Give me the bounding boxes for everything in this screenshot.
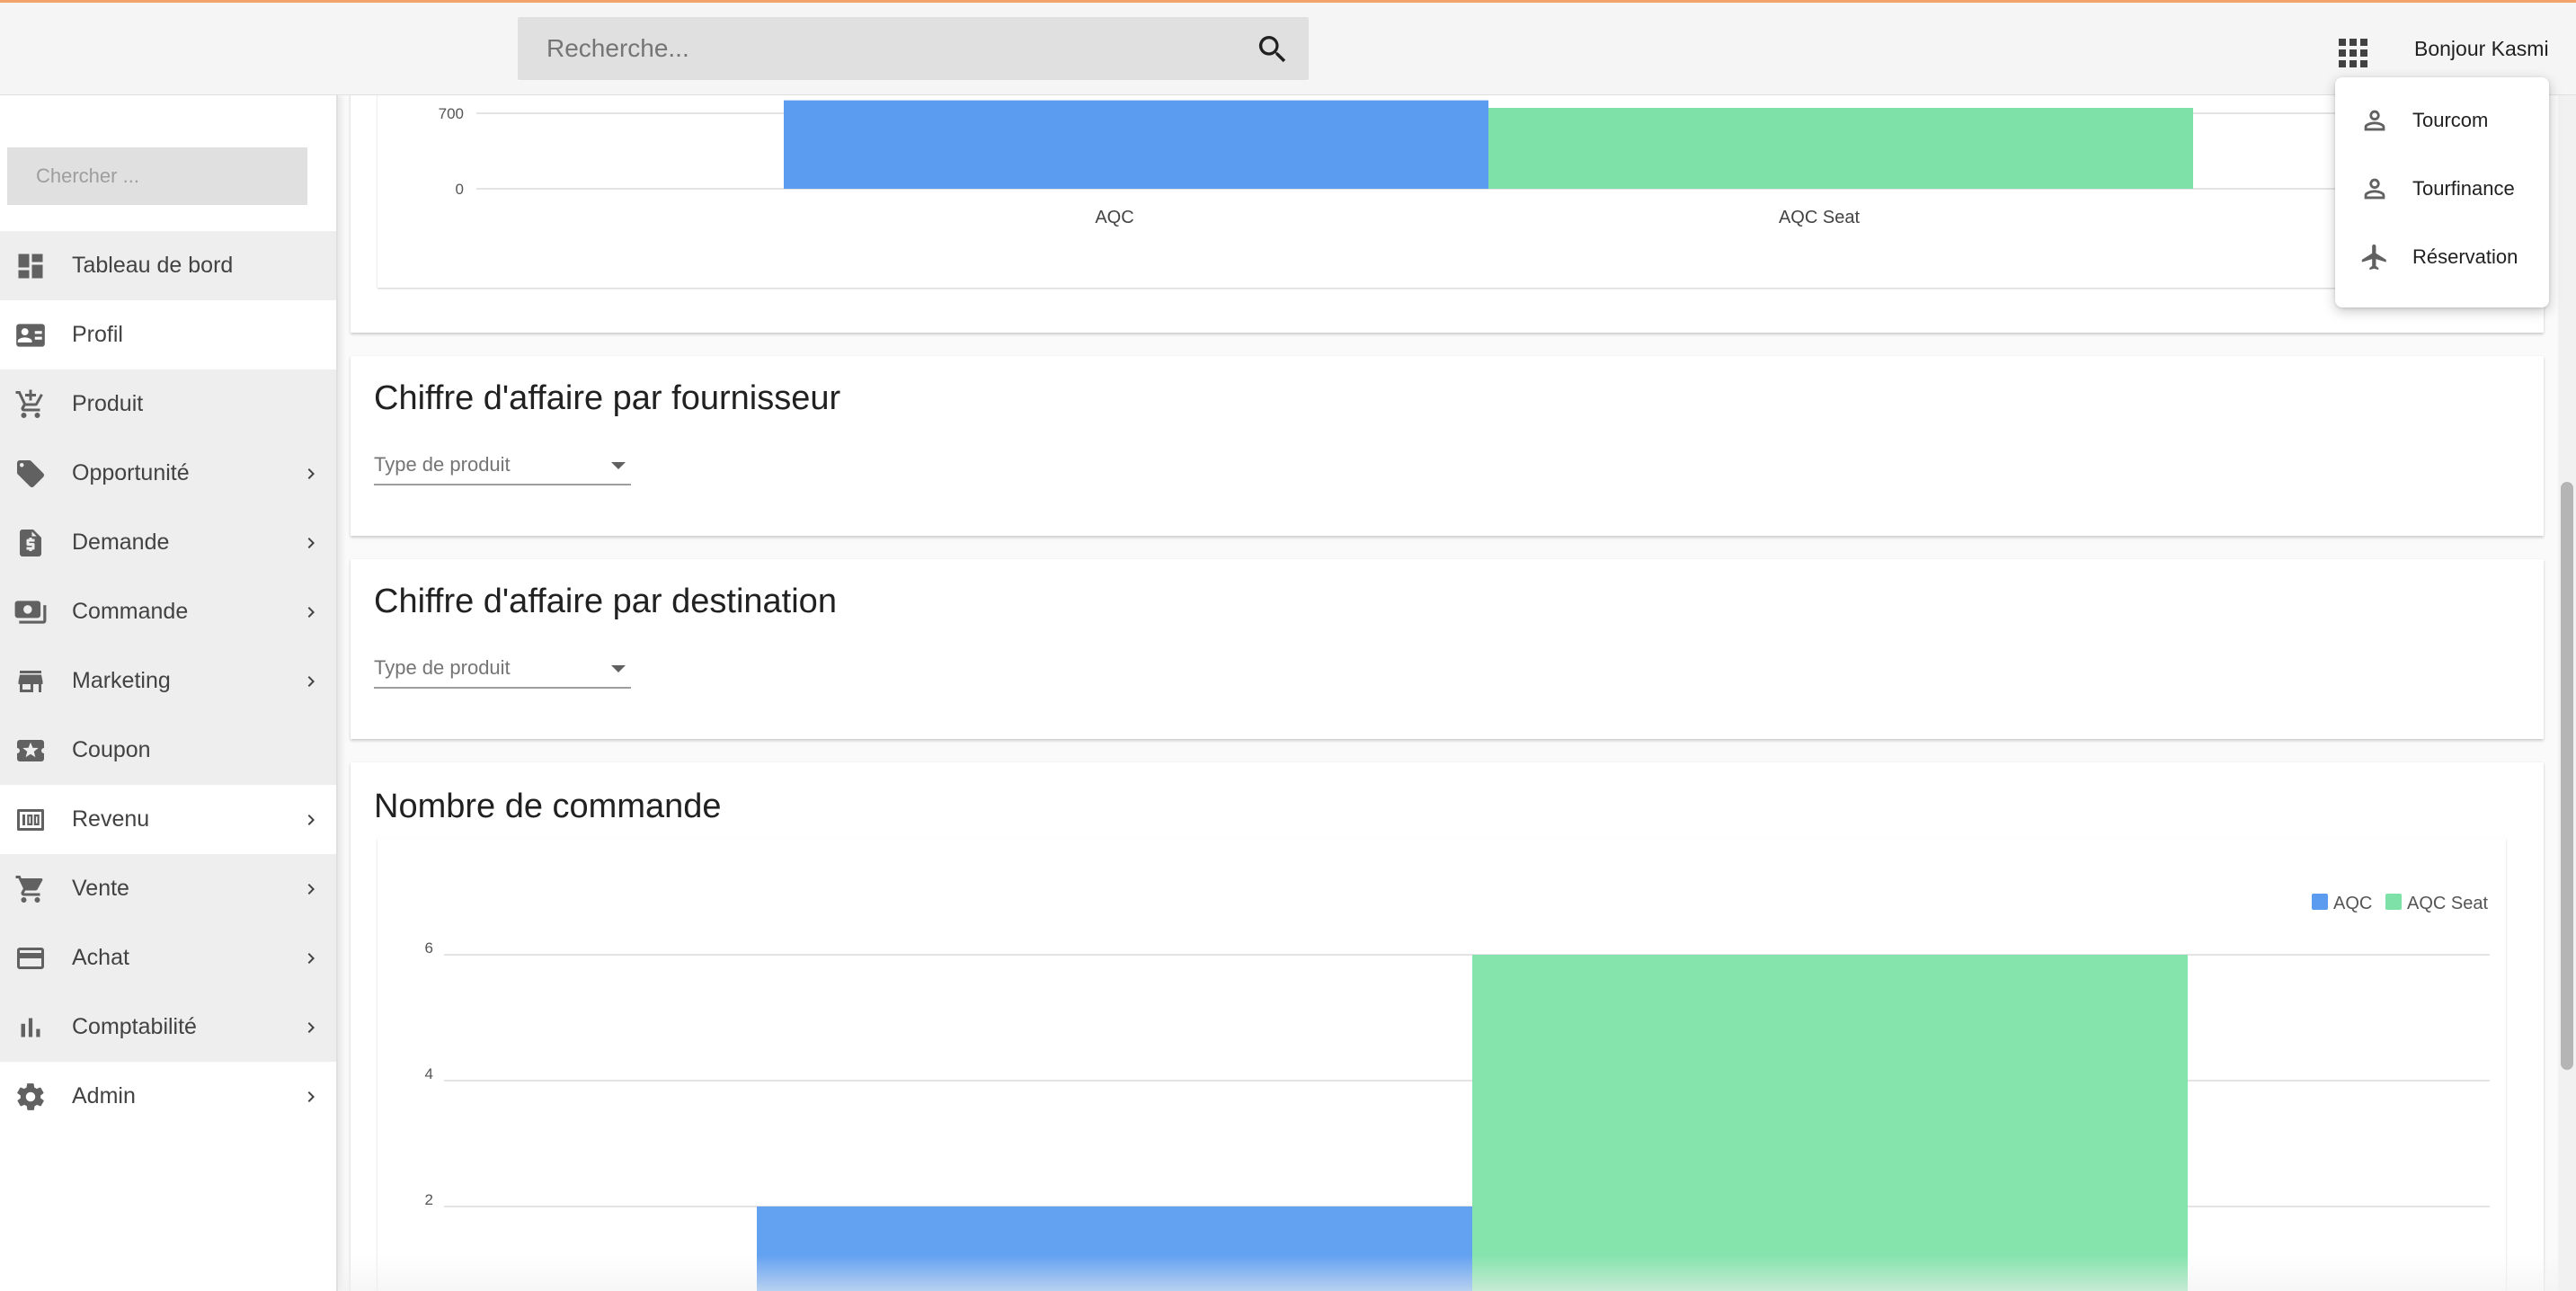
sidebar: Tableau de bord Profil Produit Opportuni… bbox=[0, 95, 338, 1291]
sidebar-item-label: Admin bbox=[72, 1083, 136, 1108]
money-icon bbox=[13, 595, 49, 629]
invoice-icon bbox=[13, 526, 49, 560]
section-nombre-de-commande: Nombre de commande 2 4 6 AQC AQC Seat bbox=[351, 762, 2544, 1291]
sidebar-item-admin[interactable]: Admin bbox=[0, 1062, 336, 1131]
cart-add-icon bbox=[13, 387, 49, 422]
tag-icon bbox=[13, 457, 49, 491]
sidebar-item-label: Comptabilité bbox=[72, 1014, 197, 1039]
sidebar-item-coupon[interactable]: Coupon bbox=[0, 716, 336, 785]
bar-aqc-seat bbox=[1488, 108, 2193, 189]
revenue-icon bbox=[13, 803, 49, 837]
store-icon bbox=[13, 664, 49, 699]
chevron-right-icon bbox=[307, 884, 315, 895]
y-tick-label: 0 bbox=[456, 181, 464, 198]
y-tick-label: 700 bbox=[439, 105, 464, 122]
legend-label: AQC Seat bbox=[2407, 894, 2488, 913]
menu-item-label: Tourcom bbox=[2412, 109, 2489, 131]
top-bar: Bonjour Kasmi bbox=[0, 0, 2576, 95]
select-label: Type de produit bbox=[374, 453, 511, 476]
y-tick-label: 6 bbox=[425, 939, 433, 957]
bar-chart-icon bbox=[13, 1011, 49, 1045]
sidebar-item-opportunite[interactable]: Opportunité bbox=[0, 439, 336, 508]
sidebar-item-label: Coupon bbox=[72, 737, 151, 762]
chart-commande-panel: 2 4 6 AQC AQC Seat bbox=[378, 838, 2506, 1291]
bottom-fade bbox=[338, 1255, 2558, 1291]
sidebar-item-produit[interactable]: Produit bbox=[0, 369, 336, 439]
product-type-select[interactable]: Type de produit bbox=[374, 653, 631, 689]
scrollbar-thumb[interactable] bbox=[2561, 482, 2573, 1070]
sidebar-item-demande[interactable]: Demande bbox=[0, 508, 336, 577]
ticket-icon bbox=[13, 734, 49, 768]
section-fournisseur: Chiffre d'affaire par fournisseur Type d… bbox=[351, 356, 2544, 536]
sidebar-item-label: Tableau de bord bbox=[72, 253, 234, 278]
sidebar-item-label: Commande bbox=[72, 599, 189, 624]
menu-item-tourcom[interactable]: Tourcom bbox=[2335, 86, 2549, 155]
sidebar-item-commande[interactable]: Commande bbox=[0, 577, 336, 646]
select-label: Type de produit bbox=[374, 656, 511, 679]
x-category-label: AQC bbox=[1095, 208, 1133, 227]
sidebar-item-comptabilite[interactable]: Comptabilité bbox=[0, 993, 336, 1062]
main-content: 0 700 AQC AQC Seat Chiffre d'affaire par fo… bbox=[338, 0, 2558, 1291]
chevron-right-icon bbox=[307, 1091, 315, 1102]
bar-aqc bbox=[784, 100, 1488, 189]
sidebar-search-input[interactable] bbox=[7, 147, 307, 205]
legend-label: AQC bbox=[2333, 894, 2372, 913]
bar-aqc-seat bbox=[1472, 955, 2188, 1291]
sidebar-item-label: Opportunité bbox=[72, 460, 190, 485]
chevron-right-icon bbox=[307, 815, 315, 825]
dropdown-arrow-icon bbox=[611, 665, 626, 672]
sidebar-item-profil[interactable]: Profil bbox=[0, 300, 336, 369]
dashboard-icon bbox=[13, 249, 49, 283]
menu-item-reservation[interactable]: Réservation bbox=[2335, 223, 2549, 291]
chevron-right-icon bbox=[307, 538, 315, 548]
search-icon[interactable] bbox=[1255, 31, 1291, 67]
sidebar-item-label: Produit bbox=[72, 391, 144, 416]
gear-icon bbox=[13, 1080, 49, 1114]
chevron-right-icon bbox=[307, 676, 315, 687]
apps-grid-icon[interactable] bbox=[2337, 37, 2369, 69]
sidebar-item-label: Demande bbox=[72, 530, 170, 555]
legend-swatch bbox=[2312, 894, 2328, 910]
product-type-select[interactable]: Type de produit bbox=[374, 450, 631, 485]
cart-icon bbox=[13, 872, 49, 906]
dropdown-arrow-icon bbox=[611, 462, 626, 469]
menu-item-label: Tourfinance bbox=[2412, 177, 2515, 200]
chevron-right-icon bbox=[307, 607, 315, 618]
user-greeting[interactable]: Bonjour Kasmi bbox=[2414, 37, 2549, 61]
sidebar-item-label: Marketing bbox=[72, 668, 171, 693]
y-tick-label: 4 bbox=[425, 1065, 433, 1082]
legend-swatch bbox=[2385, 894, 2402, 910]
person-icon bbox=[2357, 171, 2393, 207]
section-title: Chiffre d'affaire par destination bbox=[374, 583, 837, 620]
global-search-input[interactable] bbox=[518, 17, 1237, 80]
sidebar-item-tableau-de-bord[interactable]: Tableau de bord bbox=[0, 231, 336, 300]
chevron-right-icon bbox=[307, 1022, 315, 1033]
sidebar-item-label: Vente bbox=[72, 876, 129, 901]
chart-commande: 2 4 6 AQC AQC Seat bbox=[425, 894, 2490, 1291]
section-title: Nombre de commande bbox=[374, 788, 722, 825]
section-destination: Chiffre d'affaire par destination Type d… bbox=[351, 559, 2544, 739]
y-tick-label: 2 bbox=[425, 1191, 433, 1208]
sidebar-item-label: Achat bbox=[72, 945, 129, 970]
chevron-right-icon bbox=[307, 468, 315, 479]
menu-item-label: Réservation bbox=[2412, 245, 2518, 268]
sidebar-item-label: Revenu bbox=[72, 806, 150, 832]
app-switcher-menu: Tourcom Tourfinance Réservation bbox=[2335, 77, 2549, 307]
sidebar-item-achat[interactable]: Achat bbox=[0, 923, 336, 993]
sidebar-item-revenu[interactable]: Revenu bbox=[0, 785, 336, 854]
section-title: Chiffre d'affaire par fournisseur bbox=[374, 379, 841, 417]
global-search bbox=[518, 17, 1309, 80]
person-icon bbox=[2357, 102, 2393, 138]
sidebar-item-label: Profil bbox=[72, 322, 123, 347]
menu-item-tourfinance[interactable]: Tourfinance bbox=[2335, 155, 2549, 223]
x-category-label: AQC Seat bbox=[1779, 208, 1860, 227]
sidebar-item-vente[interactable]: Vente bbox=[0, 854, 336, 923]
sidebar-item-marketing[interactable]: Marketing bbox=[0, 646, 336, 716]
chevron-right-icon bbox=[307, 953, 315, 964]
credit-card-icon bbox=[13, 941, 49, 975]
profile-card-icon bbox=[13, 318, 49, 352]
airplane-icon bbox=[2357, 239, 2393, 275]
